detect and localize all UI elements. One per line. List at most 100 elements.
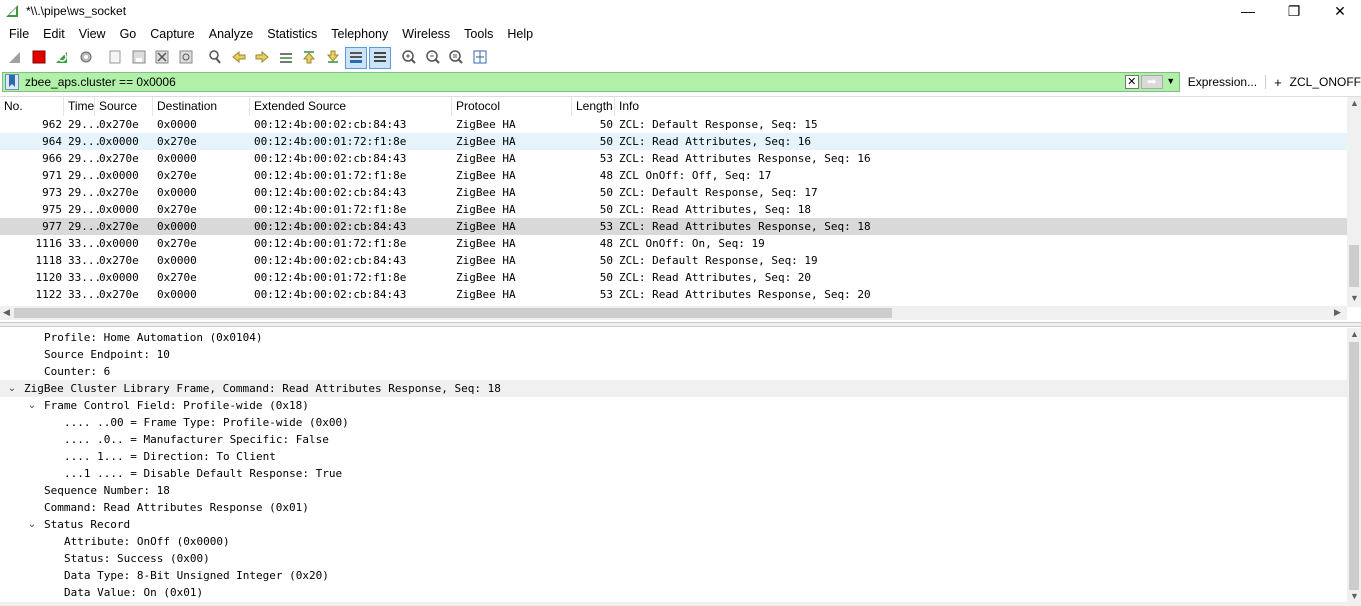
go-back-button[interactable]	[228, 47, 250, 69]
column-header-destination[interactable]: Destination	[153, 97, 250, 116]
menu-statistics[interactable]: Statistics	[260, 23, 324, 45]
go-forward-button[interactable]	[251, 47, 273, 69]
zoom-normal-button[interactable]	[445, 47, 467, 69]
find-packet-button[interactable]	[204, 47, 226, 69]
detail-tree-item[interactable]: Source Endpoint: 10	[0, 346, 1347, 363]
go-to-packet-button[interactable]	[275, 47, 297, 69]
packet-row[interactable]: 966 29... 0x270e 0x0000 00:12:4b:00:02:cb:84…	[0, 150, 1347, 167]
detail-tree-item[interactable]: ⌄ Frame Control Field: Profile-wide (0x18…	[0, 397, 1347, 414]
packet-row[interactable]: 1122 33... 0x270e 0x0000 00:12:4b:00:02:cb:8…	[0, 286, 1347, 303]
autoscroll-button[interactable]	[345, 47, 367, 69]
details-vertical-scrollbar[interactable]: ▲ ▼	[1347, 328, 1361, 604]
capture-options-button[interactable]	[75, 47, 97, 69]
packet-cell-ext: 00:12:4b:00:01:72:f1:8e	[254, 237, 407, 250]
add-filter-button[interactable]: +	[1274, 75, 1282, 90]
menu-help[interactable]: Help	[500, 23, 540, 45]
detail-tree-item[interactable]: ⌄ Status Record	[0, 516, 1347, 533]
packet-cell-src: 0x270e	[99, 186, 139, 199]
packet-cell-len: 50	[599, 135, 613, 148]
resize-columns-button[interactable]	[469, 47, 491, 69]
filter-history-dropdown[interactable]: ▼	[1165, 76, 1177, 88]
detail-tree-item[interactable]: Data Value: On (0x01)	[0, 584, 1347, 601]
detail-tree-item[interactable]: Counter: 6	[0, 363, 1347, 380]
packet-row[interactable]: 1118 33... 0x270e 0x0000 00:12:4b:00:02:cb:8…	[0, 252, 1347, 269]
close-window-button[interactable]: ✕	[1317, 0, 1361, 22]
column-header-source[interactable]: Source	[95, 97, 153, 116]
detail-tree-item[interactable]: Status: Success (0x00)	[0, 550, 1347, 567]
close-file-button[interactable]	[151, 47, 173, 69]
scroll-thumb[interactable]	[14, 308, 892, 318]
detail-tree-item[interactable]: .... 1... = Direction: To Client	[0, 448, 1347, 465]
detail-tree-item[interactable]: ⌄ ZigBee Cluster Library Frame, Command: …	[0, 380, 1347, 397]
minimize-button[interactable]: —	[1225, 0, 1271, 22]
menu-analyze[interactable]: Analyze	[202, 23, 260, 45]
filter-button-zcl-onoff[interactable]: ZCL_ONOFF	[1290, 75, 1361, 89]
zoom-in-button[interactable]	[398, 47, 420, 69]
scroll-thumb[interactable]	[1349, 245, 1359, 287]
scroll-up-icon[interactable]: ▲	[1350, 329, 1359, 339]
apply-filter-button[interactable]: ➡	[1140, 75, 1163, 89]
column-header-extended-source[interactable]: Extended Source	[250, 97, 452, 116]
detail-tree-item[interactable]: Data Type: 8-Bit Unsigned Integer (0x20)	[0, 567, 1347, 584]
scroll-down-icon[interactable]: ▼	[1350, 293, 1359, 303]
menu-view[interactable]: View	[72, 23, 113, 45]
stop-capture-button[interactable]	[28, 47, 50, 69]
menu-wireless[interactable]: Wireless	[395, 23, 457, 45]
open-file-button[interactable]	[104, 47, 126, 69]
menu-edit[interactable]: Edit	[36, 23, 72, 45]
go-first-button[interactable]	[298, 47, 320, 69]
packet-list-horizontal-scrollbar[interactable]: ◀ ▶	[0, 306, 1347, 320]
detail-tree-item[interactable]: .... ..00 = Frame Type: Profile-wide (0x…	[0, 414, 1347, 431]
scroll-down-icon[interactable]: ▼	[1350, 591, 1359, 601]
chevron-down-icon[interactable]: ⌄	[26, 397, 38, 414]
colorize-button[interactable]	[368, 47, 391, 69]
maximize-button[interactable]: ❐	[1271, 0, 1317, 22]
packet-row[interactable]: 962 29... 0x270e 0x0000 00:12:4b:00:02:cb:84…	[0, 116, 1347, 133]
chevron-down-icon[interactable]: ⌄	[26, 516, 38, 533]
packet-row[interactable]: 1120 33... 0x0000 0x270e 00:12:4b:00:01:72:f…	[0, 269, 1347, 286]
menu-tools[interactable]: Tools	[457, 23, 500, 45]
scroll-left-icon[interactable]: ◀	[3, 307, 10, 318]
column-header-time[interactable]: Time	[64, 97, 95, 116]
packet-cell-no: 1122	[35, 288, 63, 301]
packet-list-vertical-scrollbar[interactable]: ▲ ▼	[1347, 97, 1361, 307]
save-file-button[interactable]	[128, 47, 150, 69]
detail-tree-item[interactable]: Command: Read Attributes Response (0x01)	[0, 499, 1347, 516]
menu-telephony[interactable]: Telephony	[324, 23, 395, 45]
packet-row[interactable]: 977 29... 0x270e 0x0000 00:12:4b:00:02:cb:84…	[0, 218, 1347, 235]
start-capture-button[interactable]	[4, 47, 26, 69]
pane-splitter[interactable]	[0, 322, 1361, 327]
detail-tree-item[interactable]: Attribute: OnOff (0x0000)	[0, 533, 1347, 550]
restart-capture-button[interactable]	[51, 47, 73, 69]
display-filter-input[interactable]: zbee_aps.cluster == 0x0006 ✕ ➡ ▼	[2, 72, 1180, 92]
packet-row[interactable]: 964 29... 0x0000 0x270e 00:12:4b:00:01:72:f1…	[0, 133, 1347, 150]
column-header-no[interactable]: No.	[0, 97, 64, 116]
filter-bookmark-button[interactable]	[5, 74, 19, 90]
scroll-thumb[interactable]	[1349, 342, 1359, 590]
go-last-button[interactable]	[322, 47, 344, 69]
chevron-down-icon[interactable]: ⌄	[6, 380, 18, 397]
zoom-out-button[interactable]	[422, 47, 444, 69]
scroll-right-icon[interactable]: ▶	[1334, 307, 1341, 318]
menu-capture[interactable]: Capture	[143, 23, 201, 45]
reload-file-button[interactable]	[175, 47, 197, 69]
filter-text: zbee_aps.cluster == 0x0006	[25, 75, 176, 89]
detail-tree-item[interactable]: Sequence Number: 18	[0, 482, 1347, 499]
expression-button[interactable]: Expression...	[1188, 75, 1257, 89]
menu-go[interactable]: Go	[113, 23, 144, 45]
column-header-protocol[interactable]: Protocol	[452, 97, 572, 116]
packet-row[interactable]: 1116 33... 0x0000 0x270e 00:12:4b:00:01:72:f…	[0, 235, 1347, 252]
bookmark-icon	[8, 74, 16, 90]
column-header-length[interactable]: Length	[572, 97, 615, 116]
scroll-up-icon[interactable]: ▲	[1350, 98, 1359, 108]
packet-row[interactable]: 971 29... 0x0000 0x270e 00:12:4b:00:01:72:f1…	[0, 167, 1347, 184]
packet-row[interactable]: 975 29... 0x0000 0x270e 00:12:4b:00:01:72:f1…	[0, 201, 1347, 218]
column-header-info[interactable]: Info	[615, 97, 1347, 116]
detail-tree-item[interactable]: ...1 .... = Disable Default Response: Tr…	[0, 465, 1347, 482]
clear-filter-button[interactable]: ✕	[1124, 75, 1139, 89]
detail-tree-item[interactable]: .... .0.. = Manufacturer Specific: False	[0, 431, 1347, 448]
detail-tree-item[interactable]: Profile: Home Automation (0x0104)	[0, 329, 1347, 346]
packet-row[interactable]: 973 29... 0x270e 0x0000 00:12:4b:00:02:cb:84…	[0, 184, 1347, 201]
packet-cell-time: 33...	[68, 288, 102, 301]
menu-file[interactable]: File	[2, 23, 36, 45]
